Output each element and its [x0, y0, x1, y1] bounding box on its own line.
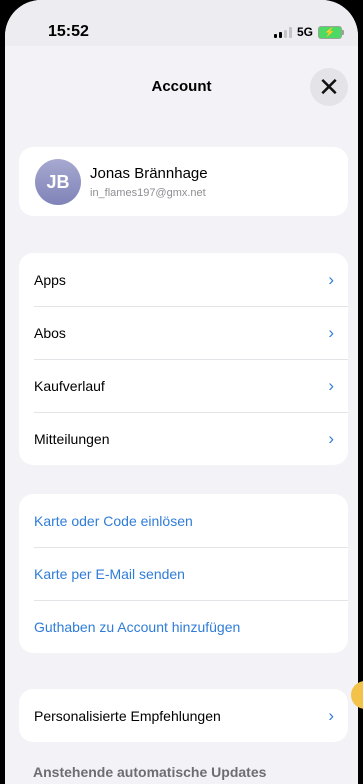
- send-gift-card-link[interactable]: Karte per E-Mail senden: [19, 547, 348, 600]
- signal-icon: [273, 26, 292, 38]
- battery-charging-icon: ⚡: [318, 25, 344, 39]
- menu-item-label: Abos: [34, 324, 66, 341]
- chevron-right-icon: ›: [328, 376, 334, 395]
- avatar: JB: [35, 159, 81, 205]
- pending-updates-heading: Anstehende automatische Updates: [33, 764, 267, 780]
- status-time: 15:52: [48, 23, 89, 40]
- menu-item-label: Kaufverlauf: [34, 377, 105, 394]
- redeem-code-link[interactable]: Karte oder Code einlösen: [19, 494, 348, 547]
- close-icon: ✕: [318, 72, 340, 102]
- action-label: Guthaben zu Account hinzufügen: [34, 618, 241, 635]
- status-bar: 15:52 5G ⚡: [5, 0, 358, 46]
- chevron-right-icon: ›: [328, 270, 334, 289]
- profile-card[interactable]: JB Jonas Brännhage in_flames197@gmx.net: [19, 147, 348, 216]
- menu-item-abos[interactable]: Abos ›: [19, 306, 348, 359]
- menu-item-kaufverlauf[interactable]: Kaufverlauf ›: [19, 359, 348, 412]
- profile-name: Jonas Brännhage: [90, 165, 208, 182]
- menu-item-label: Mitteilungen: [34, 430, 110, 447]
- chevron-right-icon: ›: [328, 323, 334, 342]
- profile-email: in_flames197@gmx.net: [90, 187, 206, 199]
- gift-card-actions: Karte oder Code einlösen Karte per E-Mai…: [19, 494, 348, 653]
- status-indicators: 5G ⚡: [273, 25, 344, 39]
- account-sheet: Account ✕ JB Jonas Brännhage in_flames19…: [5, 53, 358, 784]
- account-menu: Apps › Abos › Kaufverlauf › Mitteilungen…: [19, 253, 348, 465]
- personalized-recommendations-item[interactable]: Personalisierte Empfehlungen ›: [19, 689, 348, 742]
- chevron-right-icon: ›: [328, 429, 334, 448]
- menu-item-label: Apps: [34, 271, 66, 288]
- phone-screen: 15:52 5G ⚡ Account ✕ JB Jonas Brännhage …: [5, 0, 358, 784]
- menu-item-label: Personalisierte Empfehlungen: [34, 707, 221, 724]
- network-type: 5G: [296, 25, 313, 39]
- menu-item-mitteilungen[interactable]: Mitteilungen ›: [19, 412, 348, 465]
- menu-item-apps[interactable]: Apps ›: [19, 253, 348, 306]
- recommendations-card: Personalisierte Empfehlungen ›: [19, 689, 348, 742]
- add-funds-link[interactable]: Guthaben zu Account hinzufügen: [19, 600, 348, 653]
- sheet-title: Account: [151, 78, 212, 95]
- action-label: Karte per E-Mail senden: [34, 565, 185, 582]
- action-label: Karte oder Code einlösen: [34, 512, 193, 529]
- chevron-right-icon: ›: [328, 706, 334, 725]
- close-button[interactable]: ✕: [310, 68, 348, 106]
